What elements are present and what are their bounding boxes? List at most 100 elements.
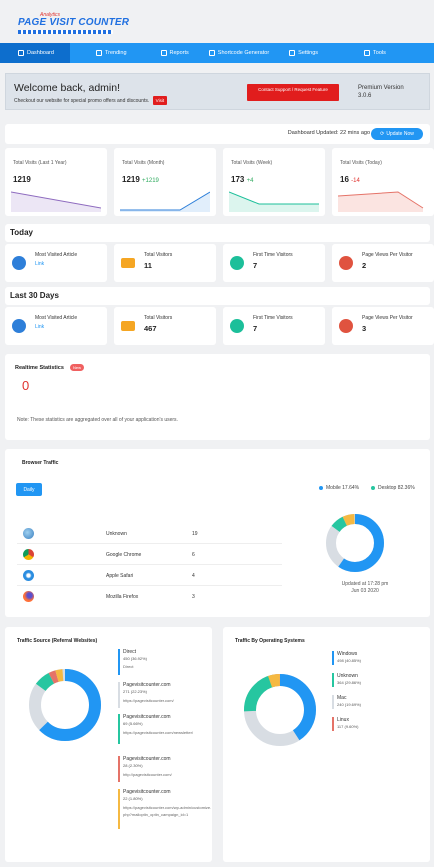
stat-delta: +1219 <box>142 178 159 184</box>
nav-dashboard[interactable]: Dashboard <box>0 43 70 63</box>
referral-name: Pagevisitcounter.com <box>123 756 171 762</box>
premium-version: Premium Version 3.0.6 <box>358 84 404 100</box>
referral-count: 28 (2.30%) <box>123 763 143 768</box>
user-icon <box>230 256 244 270</box>
browser-row: Mozilla Firefox 3 <box>17 586 282 607</box>
chrome-icon <box>23 549 34 560</box>
os-name: Windows <box>337 651 358 657</box>
nav-label: Reports <box>169 50 189 56</box>
last30-header: Last 30 Days <box>5 287 430 305</box>
referral-url[interactable]: https://pagevisitcounter.com/ <box>123 697 215 704</box>
stat-value: 1219 +1219 <box>122 175 159 184</box>
stat-value: 1219 <box>13 175 31 184</box>
today-most-visited: Most Visited Article Link <box>5 244 107 282</box>
color-bar <box>118 789 120 829</box>
stat-number: 173 <box>231 175 245 184</box>
color-bar <box>332 717 334 731</box>
clock-icon <box>12 319 26 333</box>
nav-trending[interactable]: Trending <box>86 43 137 63</box>
browser-row: Apple Safari 4 <box>17 565 282 586</box>
update-now-label: Update Now <box>386 131 414 137</box>
browser-count: 3 <box>192 594 195 600</box>
sparkline-month <box>120 191 210 212</box>
mini-value: 7 <box>253 324 258 333</box>
stat-number: 1219 <box>122 175 140 184</box>
color-bar <box>332 695 334 709</box>
realtime-statistics: Realtime Statistics New 0 Note: These st… <box>5 354 430 440</box>
refresh-icon: ⟳ <box>380 131 385 137</box>
mini-title: First Time Visitors <box>253 315 293 321</box>
referral-item: Pagevisitcounter.com 22 (1.80%) https://… <box>118 789 213 829</box>
referral-url[interactable]: https://pagevisitcounter.com/newsletter/ <box>123 729 193 736</box>
referral-item: Direct 450 (36.92%) Direct <box>118 649 213 675</box>
browser-count: 6 <box>192 552 195 558</box>
unknown-browser-icon <box>23 528 34 539</box>
today-total-visitors: Total Visitors 11 <box>114 244 216 282</box>
realtime-note: Note: These statistics are aggregated ov… <box>17 417 178 423</box>
mini-title: First Time Visitors <box>253 252 293 258</box>
new-badge: New <box>70 364 85 371</box>
sparkline-week <box>229 191 319 212</box>
mini-value: 3 <box>362 324 367 333</box>
referral-name: Pagevisitcounter.com <box>123 682 171 688</box>
legend-label: Mobile 17.64% <box>326 485 360 491</box>
mini-title: Page Views Per Visitor <box>362 252 413 258</box>
os-name: Mac <box>337 695 347 701</box>
referral-url[interactable]: https://pagevisitcounter.com/wp-admin/cu… <box>123 804 213 818</box>
today-first-time-visitors: First Time Visitors 7 <box>223 244 325 282</box>
monitor-icon <box>18 50 24 56</box>
realtime-title: Realtime Statistics <box>15 365 64 371</box>
nav-settings[interactable]: Settings <box>279 43 328 63</box>
referral-item: Pagevisitcounter.com 271 (22.23%) https:… <box>118 682 213 708</box>
browser-traffic-title: Browser Traffic <box>22 460 59 466</box>
browser-row: Unknown 19 <box>17 523 282 544</box>
referral-title: Traffic Source (Referral Websites) <box>17 638 98 644</box>
legend-desktop: Desktop 82.36% <box>371 485 415 491</box>
referral-url[interactable]: Direct <box>123 663 215 670</box>
stat-delta: -14 <box>351 178 360 184</box>
logo[interactable]: Analytics PAGE VISIT COUNTER <box>18 12 138 38</box>
nav-reports[interactable]: Reports <box>151 43 199 63</box>
referral-url[interactable]: http://pagevisitcounter.com/ <box>123 771 215 778</box>
daily-button[interactable]: Daily <box>16 483 42 496</box>
nav-label: Dashboard <box>27 50 54 56</box>
nav-shortcode-generator[interactable]: Shortcode Generator <box>199 43 279 63</box>
premium-version-number: 3.0.6 <box>358 93 372 99</box>
stat-card-today: Total Visits (Today) 16 -14 <box>332 148 434 216</box>
os-name: Linux <box>337 717 349 723</box>
nav-tools[interactable]: Tools <box>354 43 396 63</box>
welcome-banner: Welcome back, admin! Checkout our websit… <box>5 73 430 110</box>
contact-support-button[interactable]: Contact Support / Request Feature <box>247 84 339 101</box>
sparkline-today <box>338 191 424 212</box>
page: Analytics PAGE VISIT COUNTER Dashboard T… <box>0 0 434 867</box>
clock-icon <box>12 256 26 270</box>
referral-count: 69 (5.66%) <box>123 721 143 726</box>
os-count: 117 (9.60%) <box>337 724 359 729</box>
referral-donut-chart <box>29 669 101 741</box>
today-page-views: Page Views Per Visitor 2 <box>332 244 434 282</box>
welcome-subtitle: Checkout our website for special promo o… <box>14 96 168 105</box>
referral-item: Pagevisitcounter.com 28 (2.30%) http://p… <box>118 756 213 782</box>
mini-value: 2 <box>362 261 367 270</box>
most-visited-link[interactable]: Link <box>35 324 44 330</box>
tools-icon <box>364 50 371 56</box>
today-header: Today <box>5 224 430 242</box>
legend-label: Desktop 82.36% <box>378 485 415 491</box>
mini-value: 7 <box>253 261 258 270</box>
os-count: 498 (40.85%) <box>337 658 362 663</box>
update-now-button[interactable]: ⟳ Update Now <box>371 128 423 140</box>
last30-total-visitors: Total Visitors 467 <box>114 307 216 345</box>
legend-mobile: Mobile 17.64% <box>319 485 359 491</box>
nav-label: Shortcode Generator <box>217 50 270 56</box>
stat-number: 16 <box>340 175 349 184</box>
os-name: Unknown <box>337 673 358 679</box>
most-visited-link[interactable]: Link <box>35 261 44 267</box>
last30-first-time-visitors: First Time Visitors 7 <box>223 307 325 345</box>
referral-item: Pagevisitcounter.com 69 (5.66%) https://… <box>118 714 213 746</box>
referral-name: Pagevisitcounter.com <box>123 789 171 795</box>
browser-updated: Updated at 17:28 pm Jun 03 2020 <box>325 581 405 595</box>
globe-icon <box>339 256 353 270</box>
stat-card-year: Total Visits (Last 1 Year) 1219 <box>5 148 107 216</box>
visit-button[interactable]: Visit <box>152 96 168 105</box>
nav-label: Settings <box>298 50 319 56</box>
